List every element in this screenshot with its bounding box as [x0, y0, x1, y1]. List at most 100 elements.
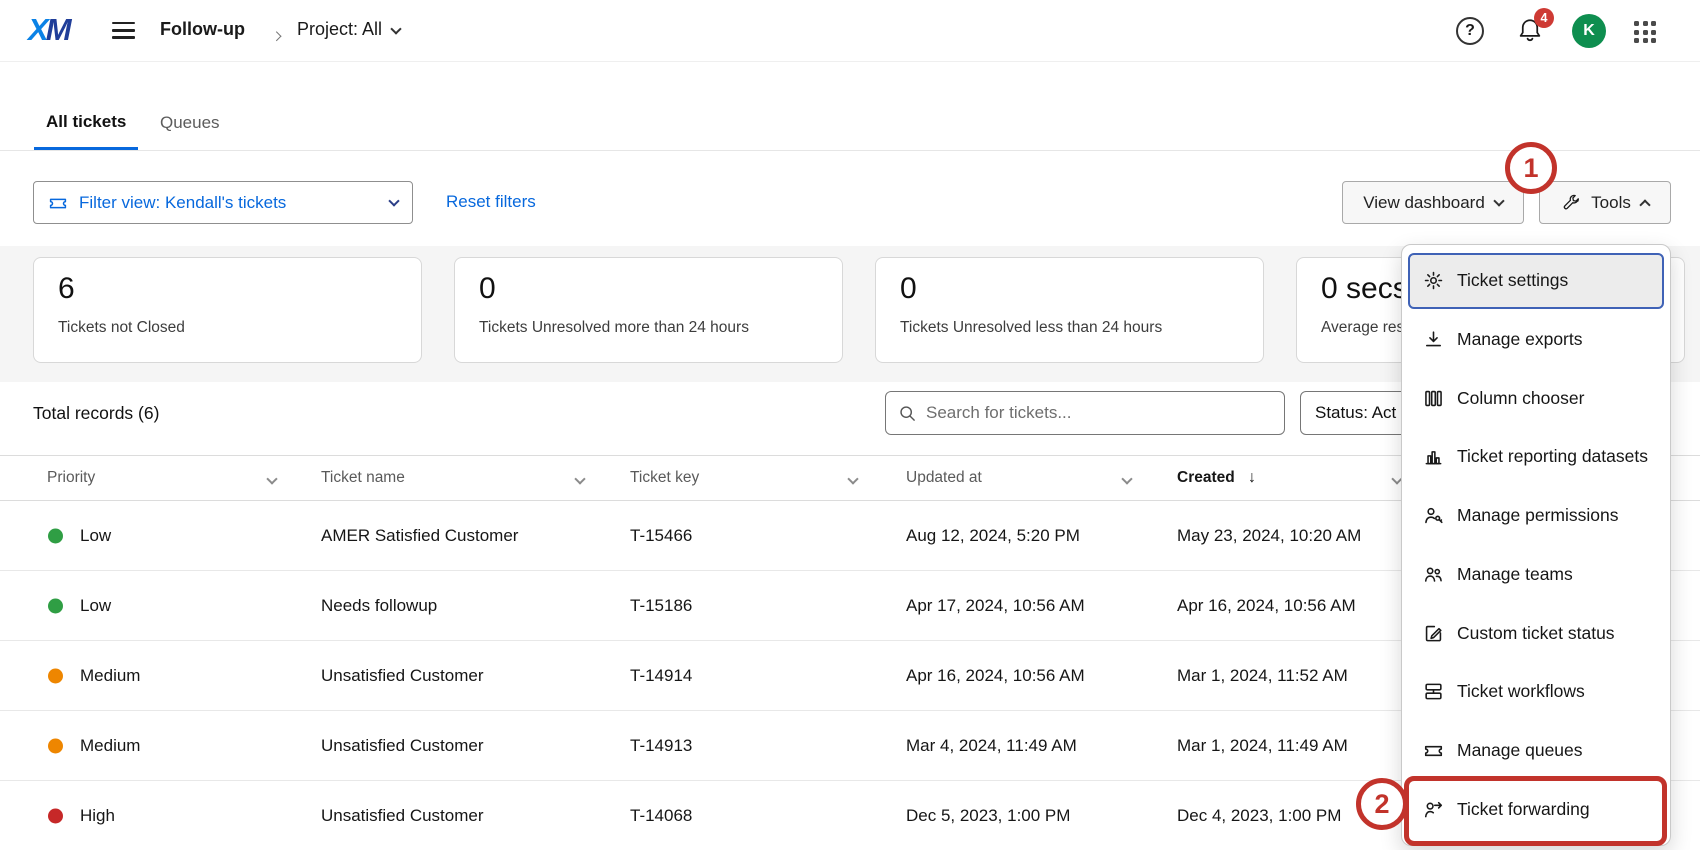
reset-filters-link[interactable]: Reset filters [446, 192, 536, 212]
stat-card-not-closed: 6 Tickets not Closed [33, 257, 422, 363]
app-window: XM Follow-up Project: All ? 4 K All tick… [0, 0, 1700, 850]
chevron-down-icon[interactable] [847, 473, 858, 484]
menu-item-column-chooser[interactable]: Column chooser [1408, 370, 1664, 426]
logo-m: M [46, 12, 69, 47]
menu-item-label: Ticket workflows [1457, 681, 1585, 702]
chevron-down-icon [1493, 195, 1504, 206]
column-header-priority[interactable]: Priority [47, 456, 95, 500]
column-header-ticket-name[interactable]: Ticket name [321, 456, 405, 500]
menu-item-manage-queues[interactable]: Manage queues [1408, 723, 1664, 779]
tools-button[interactable]: Tools [1539, 181, 1671, 224]
cell-created: Mar 1, 2024, 11:49 AM [1177, 736, 1348, 756]
cell-ticket-name: AMER Satisfied Customer [321, 526, 518, 546]
cell-updated-at: Dec 5, 2023, 1:00 PM [906, 806, 1070, 826]
cell-created: Apr 16, 2024, 10:56 AM [1177, 596, 1356, 616]
bar-chart-icon [1422, 446, 1444, 468]
breadcrumb-project-label: Project: All [297, 19, 382, 40]
sort-descending-icon[interactable]: ↓ [1248, 456, 1256, 500]
menu-item-ticket-settings[interactable]: Ticket settings [1408, 253, 1664, 309]
search-input[interactable] [926, 403, 1272, 423]
cell-priority: Medium [80, 736, 140, 756]
annotation-number: 2 [1374, 789, 1389, 820]
filter-view-dropdown[interactable]: Filter view: Kendall's tickets [33, 181, 413, 224]
wrench-icon [1561, 193, 1581, 213]
menu-item-custom-ticket-status[interactable]: Custom ticket status [1408, 605, 1664, 661]
hamburger-icon[interactable] [112, 22, 135, 40]
cell-priority: Low [80, 596, 111, 616]
stat-label: Tickets not Closed [58, 319, 397, 337]
tab-all-tickets[interactable]: All tickets [34, 96, 138, 150]
help-button[interactable]: ? [1456, 17, 1484, 45]
breadcrumb-project-selector[interactable]: Project: All [297, 19, 400, 40]
menu-item-ticket-reporting-datasets[interactable]: Ticket reporting datasets [1408, 429, 1664, 485]
gear-icon [1422, 270, 1444, 292]
cell-ticket-key: T-14914 [630, 666, 692, 686]
ticket-icon [48, 193, 68, 213]
menu-item-label: Ticket reporting datasets [1457, 446, 1648, 467]
notification-badge: 4 [1534, 8, 1554, 28]
menu-item-manage-teams[interactable]: Manage teams [1408, 547, 1664, 603]
person-key-icon [1422, 505, 1444, 527]
cell-ticket-name: Unsatisfied Customer [321, 736, 484, 756]
menu-item-label: Custom ticket status [1457, 623, 1615, 644]
tools-menu: Ticket settings Manage exports Column ch… [1401, 244, 1671, 846]
cell-updated-at: Aug 12, 2024, 5:20 PM [906, 526, 1080, 546]
edit-icon [1422, 622, 1444, 644]
stat-label: Tickets Unresolved more than 24 hours [479, 319, 818, 337]
apps-grid-icon[interactable] [1634, 21, 1656, 43]
cell-ticket-name: Unsatisfied Customer [321, 666, 484, 686]
menu-item-ticket-workflows[interactable]: Ticket workflows [1408, 664, 1664, 720]
stat-value: 0 [479, 272, 818, 306]
cell-ticket-key: T-15186 [630, 596, 692, 616]
cell-priority: High [80, 806, 115, 826]
chevron-down-icon[interactable] [574, 473, 585, 484]
download-icon [1422, 329, 1444, 351]
breadcrumb-section[interactable]: Follow-up [160, 19, 245, 40]
menu-item-label: Manage teams [1457, 564, 1573, 585]
menu-item-label: Ticket settings [1457, 270, 1568, 291]
notifications-button[interactable]: 4 [1516, 16, 1546, 46]
menu-item-label: Manage queues [1457, 740, 1583, 761]
menu-item-ticket-forwarding[interactable]: Ticket forwarding [1408, 781, 1664, 837]
cell-ticket-name: Needs followup [321, 596, 437, 616]
priority-dot [48, 808, 63, 823]
menu-item-label: Manage exports [1457, 329, 1583, 350]
total-records-label: Total records (6) [33, 403, 159, 424]
priority-dot [48, 598, 63, 613]
column-header-created[interactable]: Created [1177, 456, 1235, 500]
view-dashboard-button[interactable]: View dashboard [1342, 181, 1524, 224]
cell-updated-at: Apr 17, 2024, 10:56 AM [906, 596, 1085, 616]
question-icon: ? [1465, 22, 1475, 40]
column-header-updated-at[interactable]: Updated at [906, 456, 982, 500]
priority-dot [48, 738, 63, 753]
cell-ticket-name: Unsatisfied Customer [321, 806, 484, 826]
cell-updated-at: Mar 4, 2024, 11:49 AM [906, 736, 1077, 756]
people-icon [1422, 563, 1444, 585]
cell-created: Mar 1, 2024, 11:52 AM [1177, 666, 1348, 686]
cell-ticket-key: T-14068 [630, 806, 692, 826]
menu-item-manage-exports[interactable]: Manage exports [1408, 312, 1664, 368]
menu-item-manage-permissions[interactable]: Manage permissions [1408, 488, 1664, 544]
search-icon [898, 404, 917, 423]
top-bar: XM Follow-up Project: All ? 4 K [0, 0, 1700, 62]
stat-card-unresolved-less-24h: 0 Tickets Unresolved less than 24 hours [875, 257, 1264, 363]
chevron-down-icon[interactable] [1121, 473, 1132, 484]
chevron-down-icon [388, 195, 399, 206]
tools-label: Tools [1591, 193, 1631, 213]
column-header-ticket-key[interactable]: Ticket key [630, 456, 699, 500]
columns-icon [1422, 387, 1444, 409]
xm-logo[interactable]: XM [28, 12, 69, 48]
tab-queues[interactable]: Queues [148, 96, 232, 150]
priority-dot [48, 668, 63, 683]
avatar-initial: K [1583, 22, 1595, 40]
search-box [885, 391, 1285, 435]
menu-item-label: Column chooser [1457, 388, 1584, 409]
view-dashboard-label: View dashboard [1363, 193, 1485, 213]
chevron-down-icon[interactable] [266, 473, 277, 484]
chevron-right-icon [273, 26, 280, 44]
chevron-up-icon [1639, 199, 1650, 210]
avatar[interactable]: K [1572, 14, 1606, 48]
cell-created: Dec 4, 2023, 1:00 PM [1177, 806, 1341, 826]
menu-item-label: Manage permissions [1457, 505, 1618, 526]
cell-ticket-key: T-15466 [630, 526, 692, 546]
